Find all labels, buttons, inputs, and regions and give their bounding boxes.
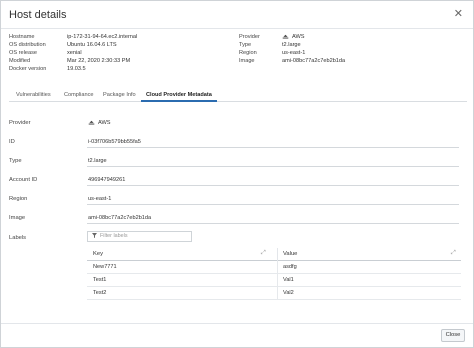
field-label: Provider: [9, 120, 31, 126]
field-provider: Provider AWS: [9, 118, 459, 132]
summary-key: Provider: [239, 34, 260, 40]
column-divider[interactable]: [277, 248, 278, 261]
host-details-dialog: Host details ✕ Hostname ip-172-31-94-64.…: [0, 0, 474, 348]
summary-value: Mar 22, 2020 2:30:33 PM: [67, 58, 131, 64]
field-label: Account ID: [9, 177, 38, 183]
tab-compliance[interactable]: Compliance: [59, 90, 99, 102]
field-account-id: Account ID 496947949261: [9, 175, 459, 189]
column-divider: [277, 261, 278, 274]
row-key: New7771: [93, 264, 117, 270]
dialog-title: Host details: [9, 9, 67, 21]
account-id-field: 496947949261: [87, 175, 459, 186]
tab-bar: Vulnerabilities Compliance Package Info …: [9, 90, 467, 102]
field-label: Region: [9, 196, 28, 202]
tab-vulnerabilities[interactable]: Vulnerabilities: [11, 90, 56, 102]
summary-key: Type: [239, 42, 252, 48]
summary-row-type: Type t2.large: [239, 41, 439, 49]
field-label: Type: [9, 158, 22, 164]
column-divider: [277, 274, 278, 287]
summary-row-region: Region us-east-1: [239, 49, 439, 57]
summary-value: ip-172-31-94-64.ec2.internal: [67, 34, 138, 40]
summary-value: Ubuntu 16.04.6 LTS: [67, 42, 117, 48]
summary-key: OS release: [9, 50, 37, 56]
summary-key: Hostname: [9, 34, 35, 40]
summary-value: xenial: [67, 50, 82, 56]
dialog-footer: Close: [1, 323, 473, 347]
tab-cloud-provider-metadata[interactable]: Cloud Provider Metadata: [141, 90, 217, 102]
field-label: Image: [9, 215, 26, 221]
summary-key: OS distribution: [9, 42, 46, 48]
field-image: Image ami-08bc77a2c7eb2b1da: [9, 213, 459, 227]
column-header-value[interactable]: Value: [283, 251, 297, 257]
summary-key: Modified: [9, 58, 31, 64]
close-icon[interactable]: ✕: [454, 9, 463, 20]
sort-icon[interactable]: ⤢: [261, 250, 266, 257]
type-field: t2.large: [87, 156, 459, 167]
summary-key: Region: [239, 50, 257, 56]
filter-icon: [92, 233, 97, 239]
summary-key: Docker version: [9, 66, 47, 72]
row-value: Val2: [283, 290, 294, 296]
region-field: us-east-1: [87, 194, 459, 205]
row-value: Val1: [283, 277, 294, 283]
labels-title: Labels: [9, 235, 27, 241]
table-row: Test2 Val2: [87, 287, 461, 300]
provider-value: AWS: [98, 120, 111, 126]
summary-row-provider: Provider AWS: [239, 33, 439, 41]
table-row: Test1 Val1: [87, 274, 461, 287]
aws-icon: [282, 34, 289, 39]
field-id: ID i-03f706b579bb55fa5: [9, 137, 459, 151]
image-field: ami-08bc77a2c7eb2b1da: [87, 213, 459, 224]
row-key: Test1: [93, 277, 107, 283]
table-header: Key ⤢ Value ⤢: [87, 248, 461, 261]
field-labels: Labels: [9, 233, 459, 247]
filter-placeholder: Filter labels: [100, 233, 128, 239]
summary-value: 19.03.5: [67, 66, 86, 72]
column-header-key[interactable]: Key: [93, 251, 103, 257]
provider-value: AWS: [292, 34, 305, 40]
summary-value: AWS: [282, 33, 305, 41]
close-button[interactable]: Close: [441, 329, 465, 342]
aws-icon: [88, 120, 95, 125]
summary-key: Image: [239, 58, 255, 64]
summary-value: t2.large: [282, 42, 301, 48]
summary-row-os-release: OS release xenial: [9, 49, 229, 57]
id-field: i-03f706b579bb55fa5: [87, 137, 459, 148]
summary-row-modified: Modified Mar 22, 2020 2:30:33 PM: [9, 57, 229, 65]
summary-row-docker-version: Docker version 19.03.5: [9, 65, 229, 73]
dialog-header: Host details ✕: [1, 1, 473, 29]
summary-value: ami-08bc77a2c7eb2b1da: [282, 58, 346, 64]
filter-labels-input[interactable]: Filter labels: [87, 231, 192, 242]
field-region: Region us-east-1: [9, 194, 459, 208]
row-value: asdfg: [283, 264, 297, 270]
field-label: ID: [9, 139, 15, 145]
summary-row-os-distribution: OS distribution Ubuntu 16.04.6 LTS: [9, 41, 229, 49]
tab-package-info[interactable]: Package Info: [98, 90, 141, 102]
host-summary: Hostname ip-172-31-94-64.ec2.internal OS…: [9, 33, 469, 81]
summary-value: us-east-1: [282, 50, 306, 56]
field-type: Type t2.large: [9, 156, 459, 170]
row-key: Test2: [93, 290, 107, 296]
summary-row-hostname: Hostname ip-172-31-94-64.ec2.internal: [9, 33, 229, 41]
field-value: AWS: [87, 118, 459, 129]
table-row: New7771 asdfg: [87, 261, 461, 274]
column-divider: [277, 287, 278, 300]
summary-row-image: Image ami-08bc77a2c7eb2b1da: [239, 57, 439, 65]
sort-icon[interactable]: ⤢: [451, 250, 456, 257]
